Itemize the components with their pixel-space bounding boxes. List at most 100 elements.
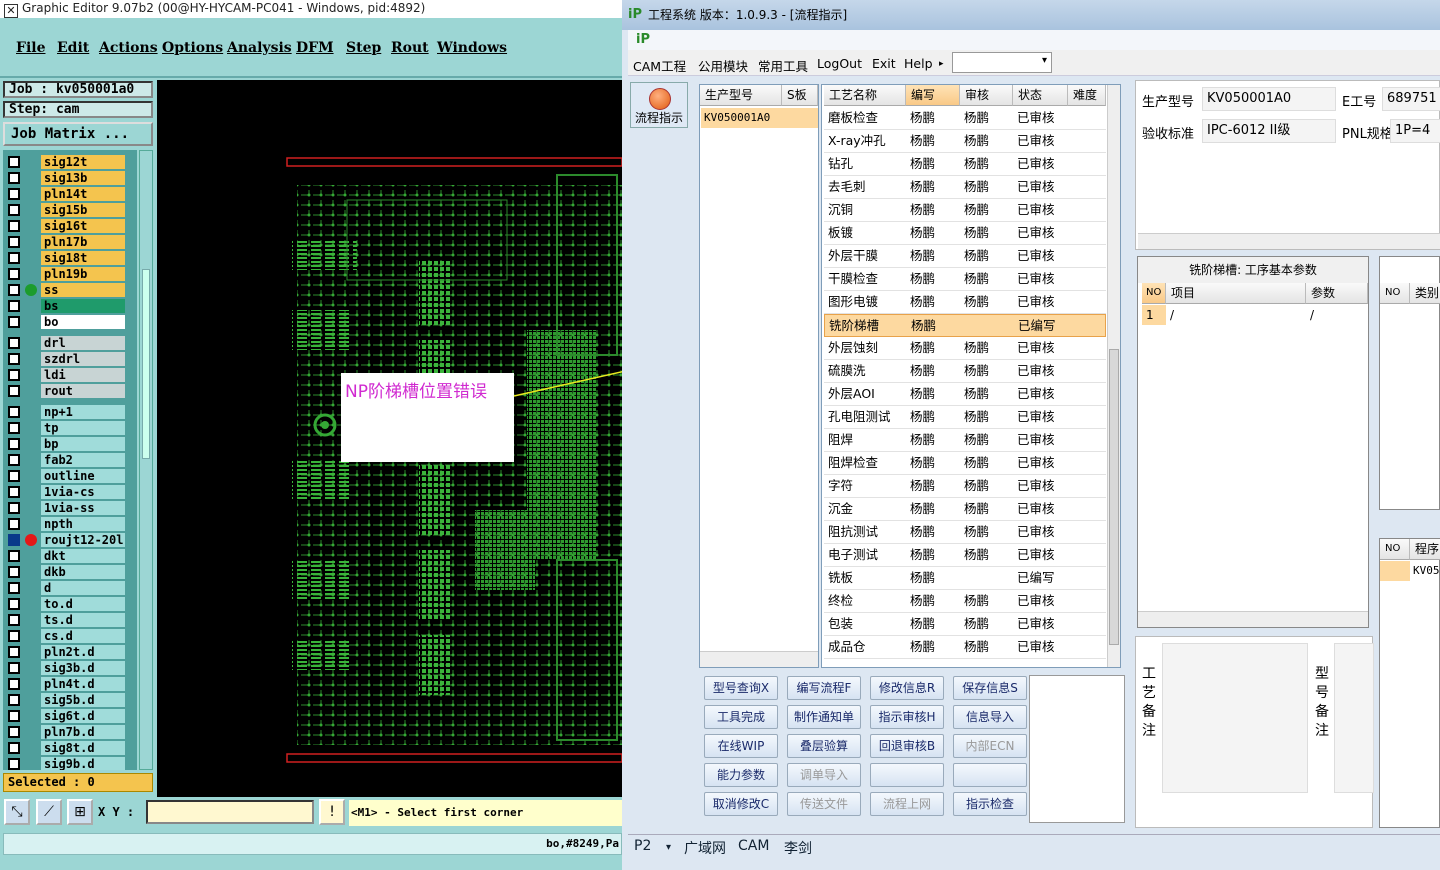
- param-hscroll[interactable]: [1138, 611, 1368, 627]
- layer-name[interactable]: pln4t.d: [41, 677, 125, 691]
- cam-menu-exit[interactable]: Exit: [872, 56, 896, 71]
- layer-checkbox[interactable]: [8, 316, 20, 328]
- layer-checkbox[interactable]: [8, 470, 20, 482]
- grid-tool-icon[interactable]: ⊞: [67, 799, 93, 825]
- layer-checkbox[interactable]: [8, 284, 20, 296]
- process-row[interactable]: 阻抗测试 杨鹏 杨鹏 已审核: [824, 521, 1106, 544]
- alert-icon[interactable]: !: [319, 799, 345, 825]
- layer-row[interactable]: drl: [3, 335, 137, 351]
- process-row[interactable]: 孔电阻测试 杨鹏 杨鹏 已审核: [824, 406, 1106, 429]
- layer-row[interactable]: bo: [3, 314, 137, 330]
- action-button[interactable]: 编写流程F: [787, 676, 861, 700]
- layer-checkbox[interactable]: [8, 630, 20, 642]
- layer-name[interactable]: to.d: [41, 597, 125, 611]
- layer-checkbox[interactable]: [8, 454, 20, 466]
- ge-menu-rout[interactable]: Rout: [391, 40, 429, 56]
- layer-row[interactable]: sig8t.d: [3, 740, 137, 756]
- process-row[interactable]: 成品仓 杨鹏 杨鹏 已审核: [824, 636, 1106, 659]
- layer-checkbox[interactable]: [8, 337, 20, 349]
- layer-checkbox[interactable]: [8, 353, 20, 365]
- layer-row[interactable]: cs.d: [3, 628, 137, 644]
- process-row[interactable]: 阻焊 杨鹏 杨鹏 已审核: [824, 429, 1106, 452]
- layer-name[interactable]: 1via-ss: [41, 501, 125, 515]
- layer-name[interactable]: sig3b.d: [41, 661, 125, 675]
- process-row[interactable]: 硫膜洗 杨鹏 杨鹏 已审核: [824, 360, 1106, 383]
- layer-name[interactable]: bp: [41, 437, 125, 451]
- layer-name[interactable]: rout: [41, 384, 125, 398]
- cam-menu-combo[interactable]: [952, 52, 1052, 73]
- layer-scrollbar[interactable]: [139, 150, 153, 770]
- layer-name[interactable]: pln19b: [41, 267, 125, 281]
- layer-checkbox[interactable]: [8, 204, 20, 216]
- layer-checkbox[interactable]: [8, 369, 20, 381]
- process-row[interactable]: 磨板检查 杨鹏 杨鹏 已审核: [824, 107, 1106, 130]
- layer-checkbox[interactable]: [8, 252, 20, 264]
- layer-row[interactable]: npth: [3, 516, 137, 532]
- process-scroll-thumb[interactable]: [1109, 349, 1119, 645]
- layer-name[interactable]: ts.d: [41, 613, 125, 627]
- layer-checkbox[interactable]: [8, 582, 20, 594]
- process-header-name[interactable]: 工艺名称: [824, 85, 906, 106]
- action-button[interactable]: 信息导入: [953, 705, 1027, 729]
- action-button[interactable]: 制作通知单: [787, 705, 861, 729]
- layer-checkbox[interactable]: [8, 662, 20, 674]
- model-hscroll[interactable]: [700, 651, 818, 667]
- process-row[interactable]: 板镀 杨鹏 杨鹏 已审核: [824, 222, 1106, 245]
- action-button[interactable]: 内部ECN: [953, 734, 1027, 758]
- process-row[interactable]: 沉铜 杨鹏 杨鹏 已审核: [824, 199, 1106, 222]
- flow-indicator-button[interactable]: 流程指示: [630, 82, 688, 128]
- layer-row[interactable]: sig12t: [3, 154, 137, 170]
- process-header-reviewer[interactable]: 审核: [960, 85, 1013, 106]
- layer-row[interactable]: sig15b: [3, 202, 137, 218]
- layer-checkbox[interactable]: [8, 438, 20, 450]
- process-row[interactable]: X-ray冲孔 杨鹏 杨鹏 已审核: [824, 130, 1106, 153]
- model-memo-box[interactable]: [1334, 643, 1374, 793]
- ge-menu-dfm[interactable]: DFM: [296, 40, 334, 56]
- cam-menu-logout[interactable]: LogOut: [817, 56, 862, 71]
- program-header-name[interactable]: 程序: [1410, 539, 1440, 560]
- layer-checkbox[interactable]: [8, 156, 20, 168]
- layer-name[interactable]: bo: [41, 315, 125, 329]
- ge-menu-file[interactable]: File: [16, 40, 45, 56]
- layer-row[interactable]: pln7b.d: [3, 724, 137, 740]
- layer-name[interactable]: drl: [41, 336, 125, 350]
- action-button[interactable]: 在线WIP: [704, 734, 778, 758]
- process-row[interactable]: 钻孔 杨鹏 杨鹏 已审核: [824, 153, 1106, 176]
- process-row[interactable]: 外层AOI 杨鹏 杨鹏 已审核: [824, 383, 1106, 406]
- process-row[interactable]: 电子测试 杨鹏 杨鹏 已审核: [824, 544, 1106, 567]
- layer-checkbox[interactable]: [8, 406, 20, 418]
- ge-menu-windows[interactable]: Windows: [437, 40, 507, 56]
- program-row-name[interactable]: KV05: [1413, 561, 1440, 581]
- layer-checkbox[interactable]: [8, 422, 20, 434]
- process-header-difficulty[interactable]: 难度: [1068, 85, 1106, 106]
- job-matrix-button[interactable]: Job Matrix ...: [3, 122, 153, 146]
- action-button[interactable]: 叠层验算: [787, 734, 861, 758]
- layer-row[interactable]: sig5b.d: [3, 692, 137, 708]
- process-header-writer[interactable]: 编写: [906, 85, 960, 106]
- layer-row[interactable]: pln4t.d: [3, 676, 137, 692]
- category-header-type[interactable]: 类别: [1410, 283, 1440, 304]
- param-row[interactable]: 1 / /: [1138, 305, 1368, 325]
- process-row[interactable]: 终检 杨鹏 杨鹏 已审核: [824, 590, 1106, 613]
- layer-row[interactable]: bp: [3, 436, 137, 452]
- layer-row[interactable]: sig9b.d: [3, 756, 137, 770]
- ge-menu-actions[interactable]: Actions: [99, 40, 158, 56]
- action-button[interactable]: 保存信息S: [953, 676, 1027, 700]
- layer-checkbox[interactable]: [8, 534, 20, 546]
- process-row[interactable]: 外层蚀刻 杨鹏 杨鹏 已审核: [824, 337, 1106, 360]
- param-header-no[interactable]: NO: [1142, 283, 1166, 304]
- layer-row[interactable]: rout: [3, 383, 137, 399]
- layer-checkbox[interactable]: [8, 694, 20, 706]
- layer-checkbox[interactable]: [8, 236, 20, 248]
- layer-name[interactable]: sig16t: [41, 219, 125, 233]
- layer-checkbox[interactable]: [8, 486, 20, 498]
- layer-row[interactable]: sig18t: [3, 250, 137, 266]
- ge-menu-options[interactable]: Options: [162, 40, 223, 56]
- action-button[interactable]: 型号查询X: [704, 676, 778, 700]
- action-button[interactable]: 指示检查: [953, 792, 1027, 816]
- layer-row[interactable]: bs: [3, 298, 137, 314]
- layer-name[interactable]: sig15b: [41, 203, 125, 217]
- process-row[interactable]: 铣阶梯槽 杨鹏 已编写: [824, 314, 1106, 337]
- layer-checkbox[interactable]: [8, 726, 20, 738]
- cam-menu-tools[interactable]: 常用工具: [758, 56, 808, 75]
